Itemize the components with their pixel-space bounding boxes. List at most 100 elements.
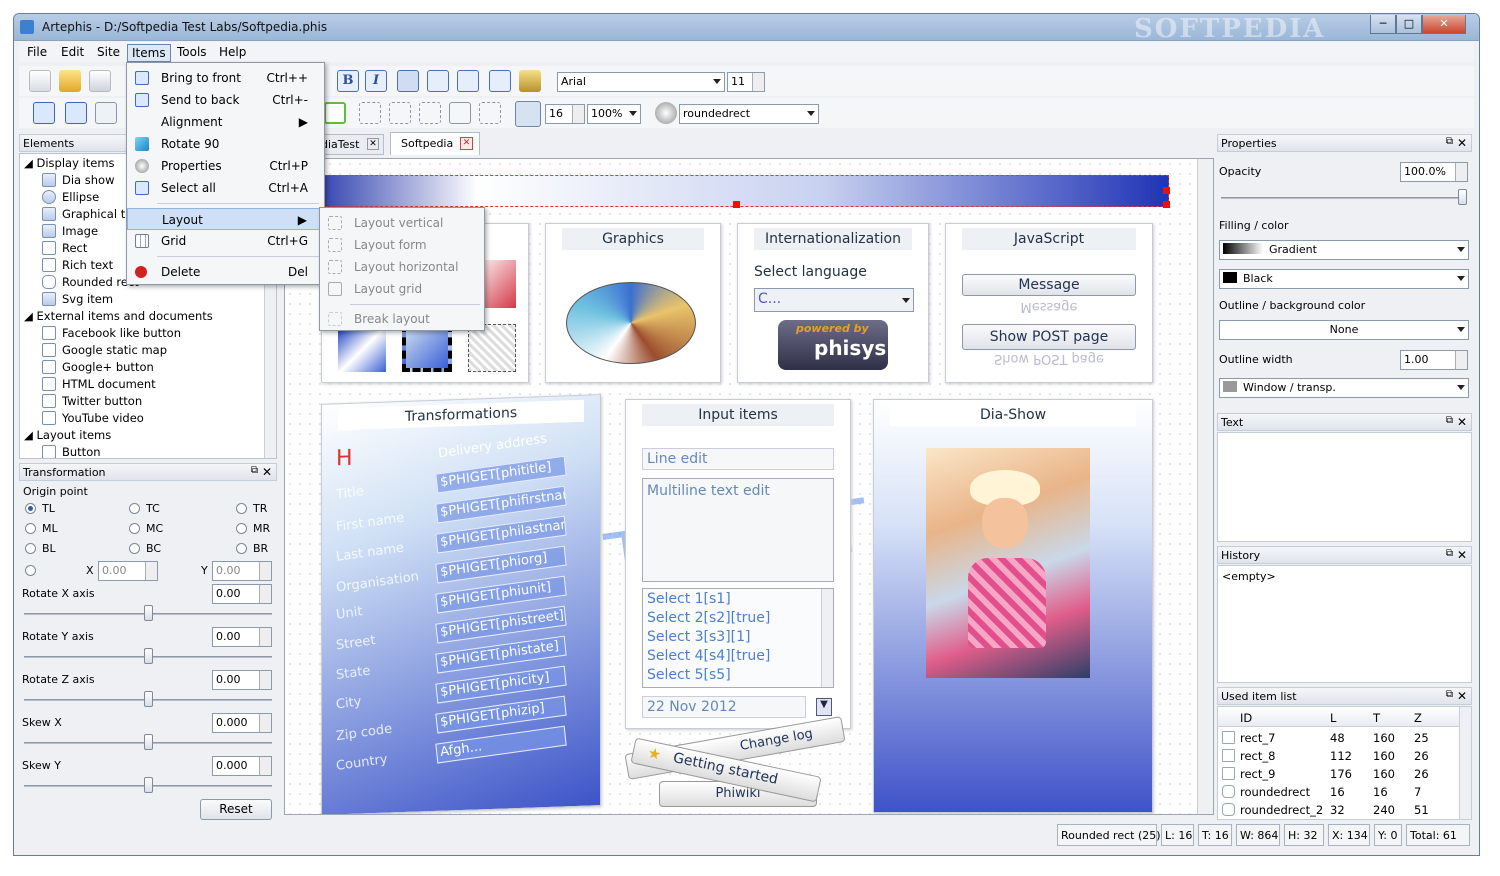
- menu-help[interactable]: Help: [215, 44, 250, 60]
- italic-icon[interactable]: I: [365, 70, 387, 92]
- graphics-card[interactable]: Graphics: [545, 223, 721, 383]
- column-l[interactable]: L: [1330, 711, 1336, 725]
- resize-handle[interactable]: [1163, 187, 1170, 194]
- column-z[interactable]: Z: [1414, 711, 1422, 725]
- resize-handle[interactable]: [1163, 201, 1170, 208]
- window-transp-combo[interactable]: Window / transp.: [1219, 378, 1469, 398]
- shape-combo[interactable]: roundedrect: [679, 104, 819, 124]
- menu-delete[interactable]: Delete Del: [127, 261, 324, 283]
- form-field[interactable]: Afgh...: [435, 725, 567, 764]
- align-right-icon[interactable]: [457, 70, 479, 92]
- show-post-button[interactable]: Show POST page: [962, 324, 1136, 350]
- tree-group-layout[interactable]: ◢ Layout items: [24, 428, 111, 442]
- rotate-z-thumb[interactable]: [144, 691, 153, 707]
- origin-br-radio[interactable]: [236, 543, 247, 554]
- select-scrollbar[interactable]: [821, 589, 833, 687]
- tree-item-html-document[interactable]: HTML document: [42, 377, 156, 391]
- canvas-vscrollbar[interactable]: [1197, 159, 1213, 814]
- table-row[interactable]: rect_8 112 160 26: [1218, 747, 1458, 765]
- tab-softpedia[interactable]: Softpedia ✕: [390, 132, 480, 155]
- transformations-card[interactable]: Transformations H Delivery address Title…: [321, 394, 601, 814]
- color-combo[interactable]: Black: [1219, 269, 1469, 289]
- group-icon[interactable]: [33, 102, 55, 124]
- tree-item-rounded-rect[interactable]: Rounded rect: [42, 275, 139, 289]
- table-row[interactable]: roundedrect 16 16 7: [1218, 783, 1458, 801]
- opacity-slider[interactable]: [1221, 197, 1467, 199]
- tree-item-rect[interactable]: Rect: [42, 241, 87, 255]
- open-folder-icon[interactable]: [59, 70, 81, 92]
- table-row[interactable]: rect_9 176 160 26: [1218, 765, 1458, 783]
- layout-form-icon[interactable]: [389, 102, 411, 124]
- menu-layout-vertical[interactable]: Layout vertical: [320, 212, 484, 234]
- tree-item-image[interactable]: Image: [42, 224, 98, 238]
- reset-button[interactable]: Reset: [200, 799, 272, 820]
- menu-edit[interactable]: Edit: [57, 44, 88, 60]
- grid-size-spin[interactable]: 16: [545, 104, 585, 124]
- tree-item-dia-show[interactable]: Dia show: [42, 173, 114, 187]
- float-icon[interactable]: ⧉: [1446, 689, 1453, 700]
- line-edit[interactable]: Line edit: [642, 448, 834, 470]
- zoom-combo[interactable]: 100%: [587, 104, 641, 124]
- minimize-button[interactable]: ─: [1370, 15, 1396, 34]
- menu-layout-horizontal[interactable]: Layout horizontal: [320, 256, 484, 278]
- tree-item-google-plus[interactable]: Google+ button: [42, 360, 154, 374]
- date-edit[interactable]: 22 Nov 2012: [642, 696, 806, 718]
- panel-close-icon[interactable]: ✕: [1457, 136, 1467, 150]
- font-name-combo[interactable]: Arial: [557, 72, 725, 92]
- column-t[interactable]: T: [1373, 711, 1380, 725]
- menu-bring-to-front[interactable]: Bring to front Ctrl++: [127, 67, 324, 89]
- menu-file[interactable]: File: [23, 44, 51, 60]
- tree-item-rich-text[interactable]: Rich text: [42, 258, 113, 272]
- select-option[interactable]: Select 5[s5]: [647, 667, 731, 683]
- origin-bc-radio[interactable]: [129, 543, 140, 554]
- menu-grid[interactable]: Grid Ctrl+G: [127, 230, 324, 252]
- align-center-icon[interactable]: [427, 70, 449, 92]
- select-option[interactable]: Select 1[s1]: [647, 591, 731, 607]
- javascript-card[interactable]: JavaScript Message Message Show POST pag…: [945, 223, 1153, 383]
- tab-close-icon[interactable]: ✕: [460, 137, 473, 150]
- title-bar[interactable]: Artephis - D:/Softpedia Test Labs/Softpe…: [14, 14, 1479, 44]
- rotate-x-thumb[interactable]: [144, 605, 153, 621]
- origin-ml-radio[interactable]: [25, 523, 36, 534]
- rotate-y-thumb[interactable]: [144, 648, 153, 664]
- input-items-card[interactable]: Input items Line edit Multiline text edi…: [625, 399, 851, 729]
- history-entry[interactable]: <empty>: [1222, 570, 1276, 583]
- bold-icon[interactable]: B: [337, 70, 359, 92]
- internationalization-card[interactable]: Internationalization Select language C..…: [737, 223, 929, 383]
- menu-break-layout[interactable]: Break layout: [320, 308, 484, 330]
- layout-vertical-icon[interactable]: [359, 102, 381, 124]
- float-icon[interactable]: ⧉: [1446, 136, 1453, 147]
- x-spin[interactable]: 0.00: [98, 561, 158, 581]
- select-option[interactable]: Select 2[s2][true]: [647, 610, 770, 626]
- panel-close-icon[interactable]: ✕: [262, 465, 272, 479]
- tree-item-youtube[interactable]: YouTube video: [42, 411, 144, 425]
- dia-show-card[interactable]: Dia-Show: [873, 399, 1153, 813]
- maximize-button[interactable]: □: [1396, 15, 1422, 34]
- float-icon[interactable]: ⧉: [251, 465, 258, 476]
- save-icon[interactable]: [89, 70, 111, 92]
- outline-width-spin[interactable]: 1.00: [1400, 350, 1468, 370]
- align-justify-icon[interactable]: [489, 70, 511, 92]
- y-spin[interactable]: 0.00: [212, 561, 272, 581]
- filling-combo[interactable]: Gradient: [1219, 240, 1469, 260]
- gear-icon[interactable]: [655, 102, 677, 124]
- table-row[interactable]: rect_7 48 160 25: [1218, 729, 1458, 747]
- rotate-x-spin[interactable]: 0.00: [212, 584, 272, 604]
- tree-item-google-map[interactable]: Google static map: [42, 343, 167, 357]
- grid-toggle-icon[interactable]: [515, 101, 541, 127]
- text-editor-area[interactable]: [1217, 432, 1472, 542]
- language-select[interactable]: C...: [754, 288, 914, 312]
- origin-tl-radio[interactable]: [25, 503, 36, 514]
- skew-x-thumb[interactable]: [144, 734, 153, 750]
- panel-close-icon[interactable]: ✕: [1457, 689, 1467, 703]
- tree-group-external[interactable]: ◢ External items and documents: [24, 309, 213, 323]
- tree-item-facebook[interactable]: Facebook like button: [42, 326, 181, 340]
- tree-item-svg-item[interactable]: Svg item: [42, 292, 113, 306]
- menu-site[interactable]: Site: [93, 44, 124, 60]
- rotate-z-spin[interactable]: 0.00: [212, 670, 272, 690]
- origin-tr-radio[interactable]: [236, 503, 247, 514]
- skew-y-thumb[interactable]: [144, 777, 153, 793]
- select-option[interactable]: Select 4[s4][true]: [647, 648, 770, 664]
- float-icon[interactable]: ⧉: [1446, 548, 1453, 559]
- menu-layout-grid[interactable]: Layout grid: [320, 278, 484, 300]
